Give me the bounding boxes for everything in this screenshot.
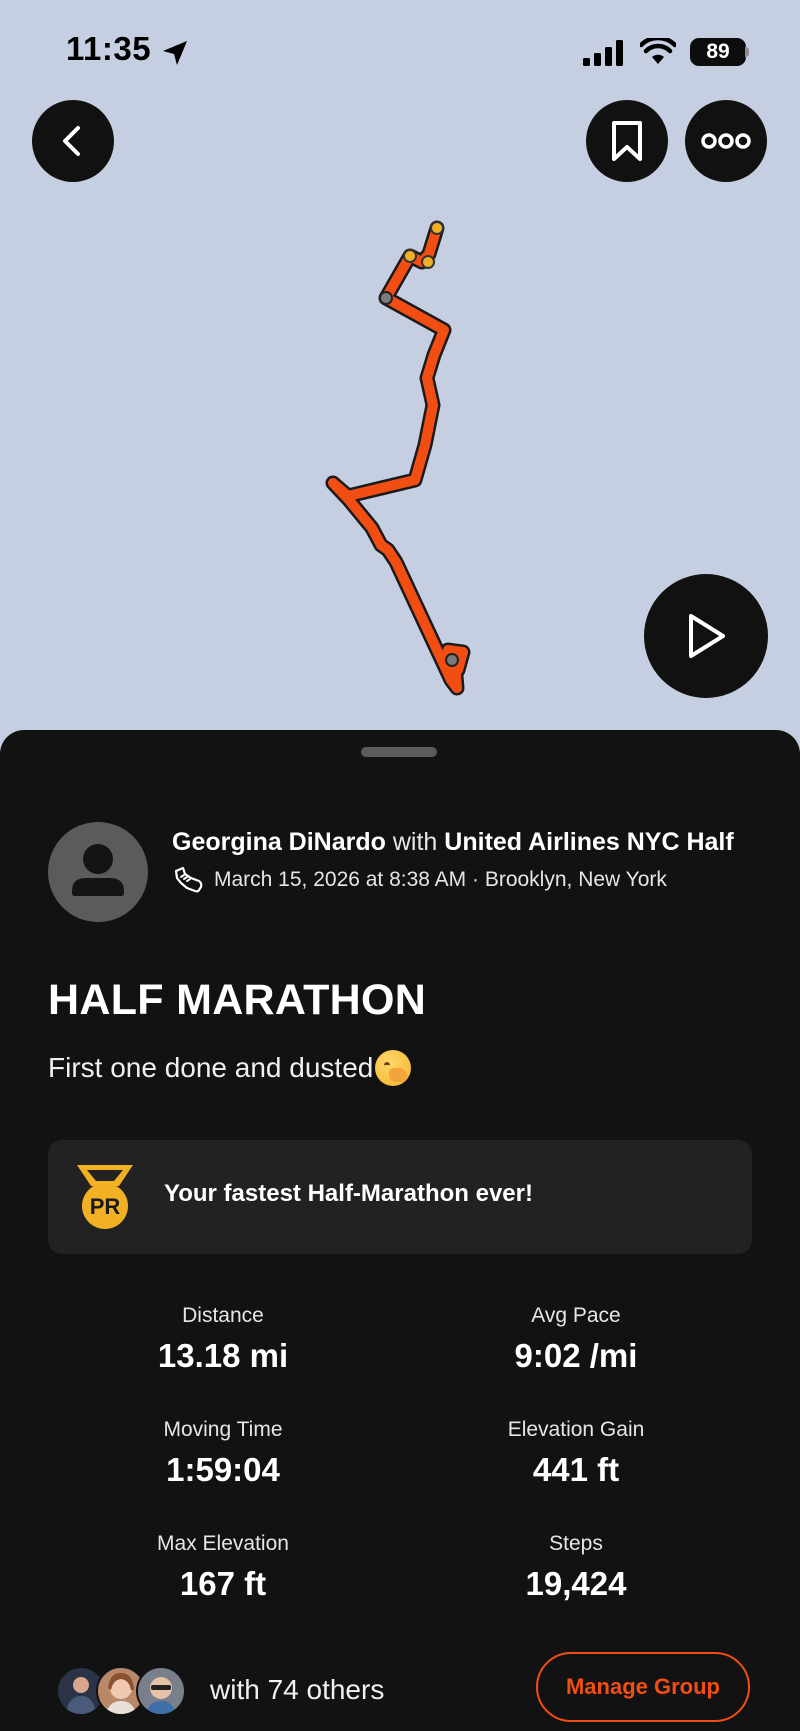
pr-medal-icon: PR — [77, 1165, 133, 1229]
play-flyover-button[interactable] — [644, 574, 768, 698]
avatar — [136, 1666, 186, 1716]
stat-steps: Steps 19,424 — [411, 1530, 741, 1606]
athlete-line: Georgina DiNardo with United Airlines NY… — [172, 826, 782, 858]
stat-value: 167 ft — [179, 1565, 267, 1602]
pr-badge-text: PR — [90, 1194, 121, 1219]
bookmark-icon — [612, 121, 642, 161]
group-avatars[interactable] — [56, 1666, 186, 1716]
athlete-name[interactable]: Georgina DiNardo — [172, 828, 386, 856]
pr-message: Your fastest Half-Marathon ever! — [164, 1180, 533, 1207]
stat-label: Distance — [182, 1304, 264, 1327]
wifi-icon — [640, 38, 676, 64]
user-placeholder-icon — [72, 844, 124, 896]
chevron-left-icon — [63, 126, 80, 156]
stat-value: 19,424 — [525, 1565, 627, 1602]
description-text: First one done and dusted — [48, 1052, 374, 1083]
activity-meta: March 15, 2026 at 8:38 AM · Brooklyn, Ne… — [172, 864, 782, 896]
status-time: 11:35 — [66, 30, 152, 67]
activity-title: HALF MARATHON — [48, 976, 427, 1024]
stat-label: Elevation Gain — [507, 1418, 645, 1441]
stat-value: 1:59:04 — [166, 1451, 280, 1488]
group-row: with 74 others Manage Group — [0, 1652, 800, 1731]
back-button[interactable] — [32, 100, 114, 182]
stat-value: 441 ft — [532, 1451, 620, 1488]
status-bar: 11:35 89 — [0, 0, 800, 100]
stat-value: 13.18 mi — [157, 1337, 289, 1374]
with-label: with — [392, 828, 438, 856]
battery-indicator: 89 — [690, 38, 746, 66]
manage-group-button[interactable]: Manage Group — [536, 1652, 750, 1722]
stat-value: 9:02 /mi — [514, 1337, 638, 1374]
hand-over-mouth-emoji-icon — [375, 1050, 412, 1086]
stat-elevation-gain: Elevation Gain 441 ft — [411, 1416, 741, 1492]
person-photo-icon — [146, 1677, 176, 1714]
bookmark-button[interactable] — [586, 100, 668, 182]
athlete-avatar[interactable] — [48, 822, 148, 922]
cell-signal-icon — [583, 40, 623, 66]
stat-label: Moving Time — [163, 1418, 283, 1441]
stat-moving-time: Moving Time 1:59:04 — [58, 1416, 388, 1492]
run-shoe-icon — [174, 866, 203, 893]
more-dots-icon — [701, 133, 751, 149]
location-arrow-icon — [163, 41, 187, 65]
activity-sheet: Georgina DiNardo with United Airlines NY… — [0, 730, 800, 1731]
stat-max-elevation: Max Elevation 167 ft — [58, 1530, 388, 1606]
stat-label: Avg Pace — [531, 1304, 621, 1327]
event-name[interactable]: United Airlines NYC Half — [444, 828, 733, 856]
stat-label: Max Elevation — [157, 1532, 289, 1555]
play-icon — [689, 614, 725, 658]
pr-achievement-card[interactable]: PR Your fastest Half-Marathon ever! — [48, 1140, 752, 1254]
stat-label: Steps — [549, 1532, 603, 1555]
stat-avg-pace: Avg Pace 9:02 /mi — [411, 1302, 741, 1378]
group-others-text[interactable]: with 74 others — [210, 1674, 384, 1706]
more-options-button[interactable] — [685, 100, 767, 182]
battery-cap — [745, 47, 749, 57]
sheet-drag-handle[interactable] — [361, 747, 437, 757]
activity-screen: 11:35 89 Georgina DiNardo with United Ai… — [0, 0, 800, 1731]
stat-distance: Distance 13.18 mi — [58, 1302, 388, 1378]
activity-description: First one done and dusted — [48, 1050, 412, 1086]
date-location: March 15, 2026 at 8:38 AM · Brooklyn, Ne… — [214, 868, 667, 891]
